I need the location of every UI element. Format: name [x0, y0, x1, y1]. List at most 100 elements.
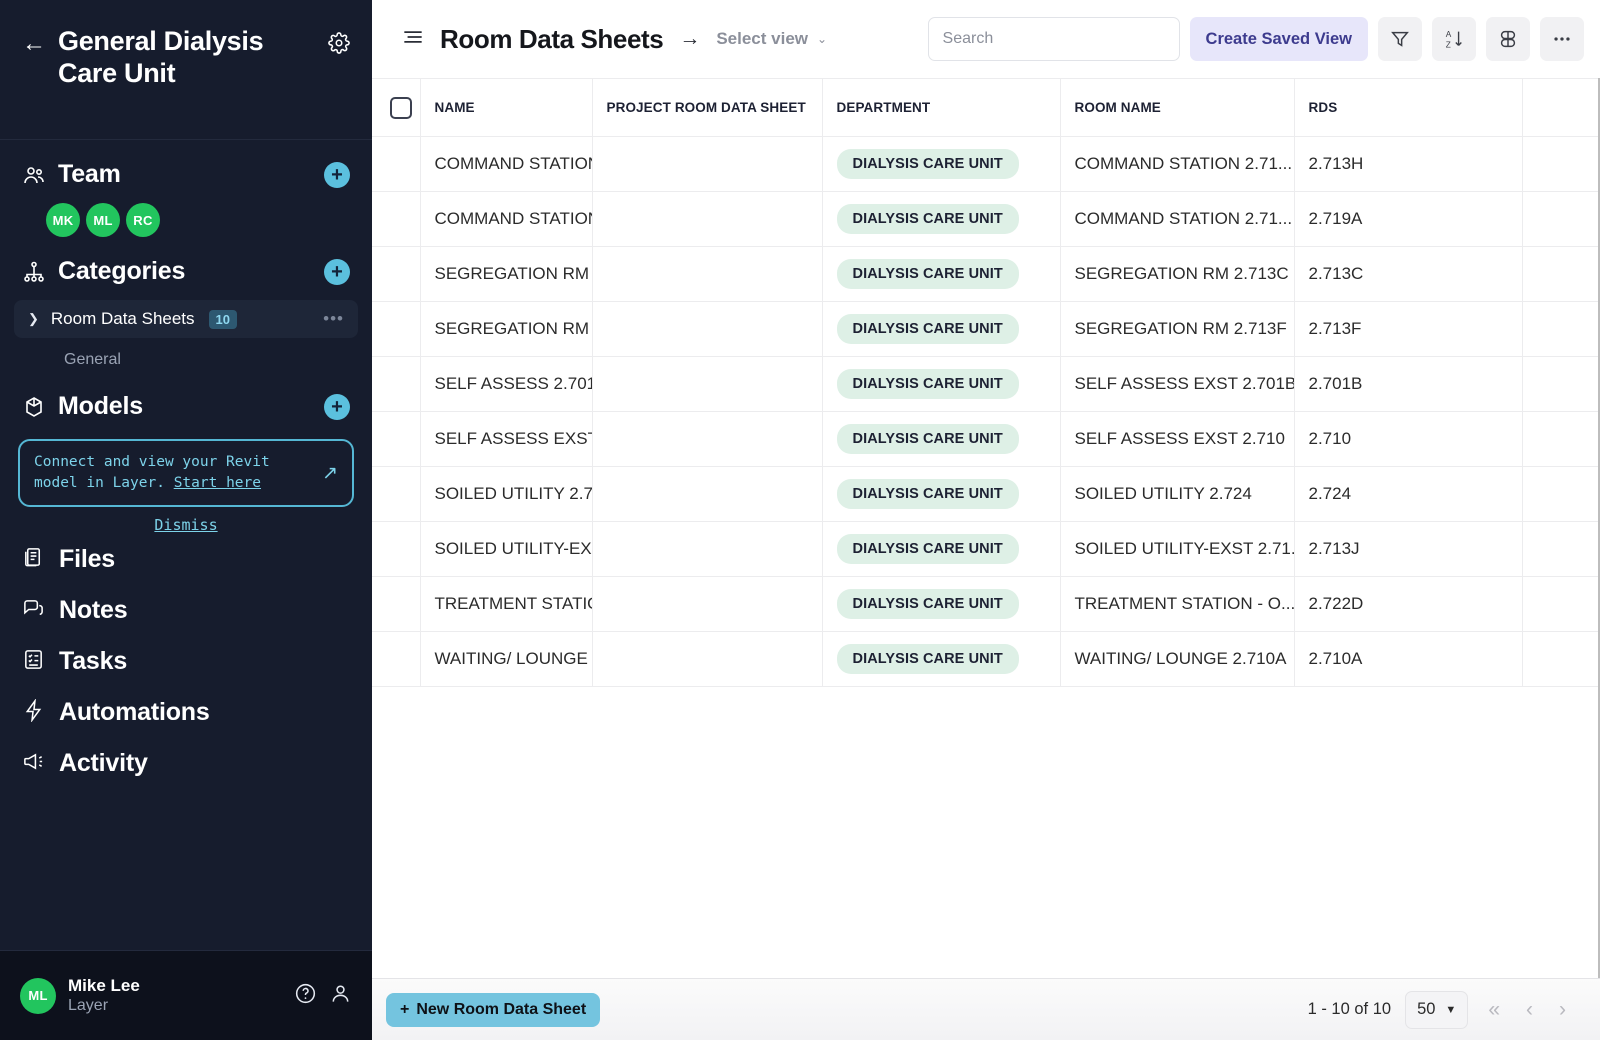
column-header-department[interactable]: DEPARTMENT [822, 78, 1061, 137]
first-page-button[interactable]: « [1482, 998, 1506, 1022]
row-checkbox-cell[interactable] [372, 301, 421, 357]
cell-department[interactable]: DIALYSIS CARE UNIT [822, 466, 1061, 522]
cell-rds[interactable]: 2.713J [1294, 521, 1523, 577]
page-size-select[interactable]: 50 ▼ [1405, 990, 1469, 1029]
column-header-project-room-data-sheet[interactable]: PROJECT ROOM DATA SHEET [592, 78, 823, 137]
add-team-member-button[interactable]: + [324, 161, 350, 188]
row-checkbox-cell[interactable] [372, 631, 421, 687]
sidebar-section-categories[interactable]: Categories + [0, 247, 372, 296]
hamburger-icon[interactable] [400, 24, 426, 55]
sidebar-subitem-general[interactable]: General [0, 338, 372, 382]
avatar[interactable]: RC [126, 203, 160, 237]
cell-prds[interactable] [592, 246, 823, 302]
cell-room-name[interactable]: TREATMENT STATION - O... [1060, 576, 1295, 632]
cell-prds[interactable] [592, 191, 823, 247]
row-checkbox-cell[interactable] [372, 466, 421, 522]
cell-room-name[interactable]: COMMAND STATION 2.71... [1060, 191, 1295, 247]
cell-prds[interactable] [592, 576, 823, 632]
row-checkbox-cell[interactable] [372, 356, 421, 412]
sidebar-section-team[interactable]: Team + [0, 150, 372, 199]
cell-name[interactable]: WAITING/ LOUNGE 2.... [420, 631, 593, 687]
sidebar-item-tasks[interactable]: Tasks [0, 636, 372, 687]
filter-icon[interactable] [1378, 17, 1422, 61]
user-info[interactable]: Mike Lee Layer [68, 975, 282, 1016]
cell-prds[interactable] [592, 136, 823, 192]
table-row[interactable]: SOILED UTILITY-EXST ... DIALYSIS CARE UN… [372, 521, 1600, 577]
cell-rds[interactable]: 2.722D [1294, 576, 1523, 632]
cell-name[interactable]: COMMAND STATION ... [420, 191, 593, 247]
table-row[interactable]: TREATMENT STATION... DIALYSIS CARE UNIT … [372, 576, 1600, 632]
cell-rds[interactable]: 2.710A [1294, 631, 1523, 687]
row-checkbox-cell[interactable] [372, 191, 421, 247]
cell-room-name[interactable]: SOILED UTILITY-EXST 2.71... [1060, 521, 1295, 577]
sidebar-item-files[interactable]: Files [0, 534, 372, 585]
cell-name[interactable]: SELF ASSESS 2.701B [420, 356, 593, 412]
sidebar-item-activity[interactable]: Activity [0, 738, 372, 789]
table-row[interactable]: SOILED UTILITY 2.724 DIALYSIS CARE UNIT … [372, 466, 1600, 522]
table-row[interactable]: SEGREGATION RM 2.7... DIALYSIS CARE UNIT… [372, 246, 1600, 302]
cell-room-name[interactable]: SEGREGATION RM 2.713F [1060, 301, 1295, 357]
sidebar-item-automations[interactable]: Automations [0, 687, 372, 738]
more-horizontal-icon[interactable] [1540, 17, 1584, 61]
row-checkbox-cell[interactable] [372, 576, 421, 632]
table-row[interactable]: SELF ASSESS 2.701B DIALYSIS CARE UNIT SE… [372, 356, 1600, 412]
cell-name[interactable]: SEGREGATION RM 2.7... [420, 301, 593, 357]
table-row[interactable]: SEGREGATION RM 2.7... DIALYSIS CARE UNIT… [372, 301, 1600, 357]
cell-department[interactable]: DIALYSIS CARE UNIT [822, 136, 1061, 192]
cell-prds[interactable] [592, 356, 823, 412]
cell-prds[interactable] [592, 631, 823, 687]
cell-rds[interactable]: 2.713H [1294, 136, 1523, 192]
cell-department[interactable]: DIALYSIS CARE UNIT [822, 521, 1061, 577]
cell-prds[interactable] [592, 466, 823, 522]
cell-room-name[interactable]: SOILED UTILITY 2.724 [1060, 466, 1295, 522]
sidebar-section-models[interactable]: Models + [0, 382, 372, 431]
cell-department[interactable]: DIALYSIS CARE UNIT [822, 356, 1061, 412]
cell-prds[interactable] [592, 411, 823, 467]
avatar[interactable]: MK [46, 203, 80, 237]
select-view-dropdown[interactable]: Select view ⌄ [716, 29, 827, 49]
cell-prds[interactable] [592, 521, 823, 577]
table-row[interactable]: SELF ASSESS EXST 2.710 DIALYSIS CARE UNI… [372, 411, 1600, 467]
cell-rds[interactable]: 2.713F [1294, 301, 1523, 357]
cell-name[interactable]: SOILED UTILITY-EXST ... [420, 521, 593, 577]
cell-room-name[interactable]: SELF ASSESS EXST 2.710 [1060, 411, 1295, 467]
cell-room-name[interactable]: WAITING/ LOUNGE 2.710A [1060, 631, 1295, 687]
cell-department[interactable]: DIALYSIS CARE UNIT [822, 576, 1061, 632]
cell-rds[interactable]: 2.724 [1294, 466, 1523, 522]
cell-rds[interactable]: 2.713C [1294, 246, 1523, 302]
table-row[interactable]: COMMAND STATION ... DIALYSIS CARE UNIT C… [372, 136, 1600, 192]
next-page-button[interactable]: › [1553, 998, 1572, 1022]
sort-az-icon[interactable]: A Z [1432, 17, 1476, 61]
add-category-button[interactable]: + [324, 258, 350, 285]
row-checkbox-cell[interactable] [372, 411, 421, 467]
person-icon[interactable] [329, 982, 352, 1010]
column-header-rds[interactable]: RDS [1294, 78, 1523, 137]
cell-department[interactable]: DIALYSIS CARE UNIT [822, 631, 1061, 687]
cell-rds[interactable]: 2.701B [1294, 356, 1523, 412]
prev-page-button[interactable]: ‹ [1520, 998, 1539, 1022]
cell-name[interactable]: COMMAND STATION ... [420, 136, 593, 192]
dismiss-promo-button[interactable]: Dismiss [0, 516, 372, 534]
cell-name[interactable]: TREATMENT STATION... [420, 576, 593, 632]
add-model-button[interactable]: + [324, 393, 350, 420]
arrow-left-icon[interactable]: ← [22, 32, 46, 56]
column-header-room-name[interactable]: ROOM NAME [1060, 78, 1295, 137]
cell-department[interactable]: DIALYSIS CARE UNIT [822, 411, 1061, 467]
sidebar-item-room-data-sheets[interactable]: ❯ Room Data Sheets 10 ••• [14, 300, 358, 338]
create-saved-view-button[interactable]: Create Saved View [1189, 17, 1368, 61]
search-input[interactable] [927, 17, 1180, 61]
select-all-checkbox[interactable] [390, 96, 412, 119]
cell-name[interactable]: SELF ASSESS EXST 2.710 [420, 411, 593, 467]
cell-room-name[interactable]: COMMAND STATION 2.71... [1060, 136, 1295, 192]
table-row[interactable]: COMMAND STATION ... DIALYSIS CARE UNIT C… [372, 191, 1600, 247]
category-more-button[interactable]: ••• [323, 309, 344, 329]
cell-rds[interactable]: 2.719A [1294, 191, 1523, 247]
cell-room-name[interactable]: SEGREGATION RM 2.713C [1060, 246, 1295, 302]
cell-department[interactable]: DIALYSIS CARE UNIT [822, 301, 1061, 357]
row-checkbox-cell[interactable] [372, 521, 421, 577]
cell-department[interactable]: DIALYSIS CARE UNIT [822, 191, 1061, 247]
column-header-name[interactable]: NAME [420, 78, 593, 137]
cell-name[interactable]: SEGREGATION RM 2.7... [420, 246, 593, 302]
group-icon[interactable] [1486, 17, 1530, 61]
cell-rds[interactable]: 2.710 [1294, 411, 1523, 467]
